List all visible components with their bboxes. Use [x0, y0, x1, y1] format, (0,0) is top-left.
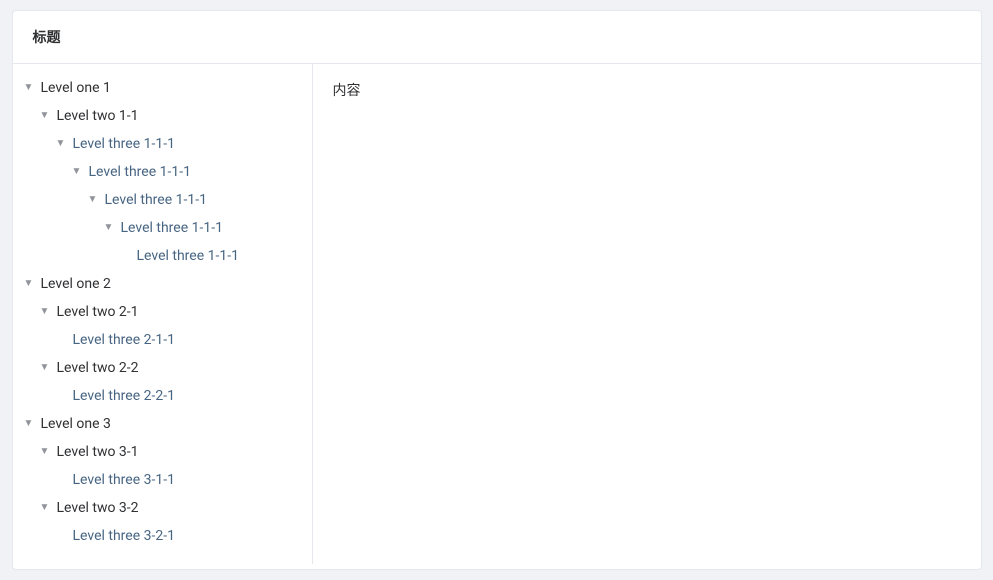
tree-children: ▼Level three 1-1-1▼Level three 1-1-1▼Lev… [13, 130, 312, 270]
tree-node: ▼Level one 2▼Level two 2-1Level three 2-… [13, 270, 312, 410]
tree-node: ▼Level one 1▼Level two 1-1▼Level three 1… [13, 74, 312, 270]
expand-arrow-icon[interactable]: ▼ [21, 416, 37, 432]
tree-node: ▼Level three 1-1-1▼Level three 1-1-1▼Lev… [13, 130, 312, 270]
arrow-placeholder [57, 472, 73, 488]
tree-node-content[interactable]: ▼Level three 1-1-1 [13, 186, 312, 214]
tree-node-content[interactable]: Level three 2-1-1 [13, 326, 312, 354]
tree-children: Level three 1-1-1 [13, 242, 312, 270]
tree-node: Level three 2-2-1 [13, 382, 312, 410]
tree-node-label: Level two 1-1 [57, 108, 139, 124]
tree-node-label: Level three 1-1-1 [73, 136, 175, 152]
tree-node-content[interactable]: Level three 2-2-1 [13, 382, 312, 410]
tree-node-label: Level one 1 [41, 80, 111, 96]
tree-node: ▼Level three 1-1-1▼Level three 1-1-1Leve… [13, 186, 312, 270]
expand-arrow-icon[interactable]: ▼ [69, 164, 85, 180]
expand-arrow-icon[interactable]: ▼ [37, 444, 53, 460]
card-header: 标题 [13, 11, 981, 64]
tree-node: Level three 3-1-1 [13, 466, 312, 494]
expand-arrow-icon[interactable]: ▼ [37, 108, 53, 124]
tree-node-content[interactable]: ▼Level three 1-1-1 [13, 214, 312, 242]
tree-node-content[interactable]: ▼Level two 2-1 [13, 298, 312, 326]
content-text: 内容 [333, 83, 361, 99]
tree-children: ▼Level two 2-1Level three 2-1-1▼Level tw… [13, 298, 312, 410]
tree-children: ▼Level three 1-1-1Level three 1-1-1 [13, 214, 312, 270]
tree-node-content[interactable]: ▼Level three 1-1-1 [13, 130, 312, 158]
tree-node-content[interactable]: ▼Level one 3 [13, 410, 312, 438]
tree-node-content[interactable]: Level three 3-1-1 [13, 466, 312, 494]
card-title: 标题 [33, 30, 61, 46]
tree-node: Level three 3-2-1 [13, 522, 312, 550]
tree-node-content[interactable]: ▼Level two 2-2 [13, 354, 312, 382]
tree-node: ▼Level three 1-1-1▼Level three 1-1-1▼Lev… [13, 158, 312, 270]
tree-node-label: Level one 2 [41, 276, 111, 292]
tree-node: ▼Level two 2-2 Level three 2-2-1 [13, 354, 312, 410]
tree-node: Level three 2-1-1 [13, 326, 312, 354]
tree-node-content[interactable]: Level three 1-1-1 [13, 242, 312, 270]
tree-children: ▼Level two 1-1▼Level three 1-1-1▼Level t… [13, 102, 312, 270]
tree-node-label: Level three 1-1-1 [121, 220, 223, 236]
tree-node-label: Level three 3-1-1 [73, 472, 175, 488]
tree-node-content[interactable]: Level three 3-2-1 [13, 522, 312, 550]
tree-node-content[interactable]: ▼Level two 1-1 [13, 102, 312, 130]
tree-node: Level three 1-1-1 [13, 242, 312, 270]
card-body: ▼Level one 1▼Level two 1-1▼Level three 1… [13, 64, 981, 564]
arrow-placeholder [121, 248, 137, 264]
expand-arrow-icon[interactable]: ▼ [21, 276, 37, 292]
tree-node-label: Level three 2-2-1 [73, 388, 175, 404]
tree-node-label: Level three 1-1-1 [105, 192, 207, 208]
arrow-placeholder [57, 388, 73, 404]
tree-node-label: Level three 3-2-1 [73, 528, 175, 544]
tree-children: Level three 3-2-1 [13, 522, 312, 550]
tree-node-content[interactable]: ▼Level one 2 [13, 270, 312, 298]
tree-node: ▼Level two 3-2 Level three 3-2-1 [13, 494, 312, 550]
tree-children: ▼Level three 1-1-1▼Level three 1-1-1Leve… [13, 186, 312, 270]
expand-arrow-icon[interactable]: ▼ [85, 192, 101, 208]
expand-arrow-icon[interactable]: ▼ [37, 360, 53, 376]
arrow-placeholder [57, 332, 73, 348]
tree-node-label: Level three 1-1-1 [137, 248, 239, 264]
tree-node: ▼Level three 1-1-1Level three 1-1-1 [13, 214, 312, 270]
arrow-placeholder [57, 528, 73, 544]
tree-children: Level three 2-2-1 [13, 382, 312, 410]
tree-node: ▼Level two 1-1▼Level three 1-1-1▼Level t… [13, 102, 312, 270]
tree-node: ▼Level two 3-1 Level three 3-1-1 [13, 438, 312, 494]
tree-children: ▼Level three 1-1-1▼Level three 1-1-1▼Lev… [13, 158, 312, 270]
tree-node-label: Level one 3 [41, 416, 111, 432]
tree-children: Level three 2-1-1 [13, 326, 312, 354]
tree-node-label: Level two 2-2 [57, 360, 139, 376]
tree-node: ▼Level two 2-1 Level three 2-1-1 [13, 298, 312, 354]
tree-node-label: Level two 3-1 [57, 444, 139, 460]
content-panel: 内容 [313, 64, 981, 564]
expand-arrow-icon[interactable]: ▼ [37, 304, 53, 320]
tree-node-label: Level three 1-1-1 [89, 164, 191, 180]
tree-node-content[interactable]: ▼Level two 3-1 [13, 438, 312, 466]
tree-node-label: Level three 2-1-1 [73, 332, 175, 348]
expand-arrow-icon[interactable]: ▼ [37, 500, 53, 516]
tree-node-content[interactable]: ▼Level one 1 [13, 74, 312, 102]
card: 标题 ▼Level one 1▼Level two 1-1▼Level thre… [12, 10, 982, 570]
tree-node-content[interactable]: ▼Level three 1-1-1 [13, 158, 312, 186]
tree-node-label: Level two 3-2 [57, 500, 139, 516]
tree-node-label: Level two 2-1 [57, 304, 139, 320]
tree-children: ▼Level two 3-1Level three 3-1-1▼Level tw… [13, 438, 312, 550]
tree-node-content[interactable]: ▼Level two 3-2 [13, 494, 312, 522]
tree-panel: ▼Level one 1▼Level two 1-1▼Level three 1… [13, 64, 313, 564]
expand-arrow-icon[interactable]: ▼ [21, 80, 37, 96]
tree-node: ▼Level one 3▼Level two 3-1Level three 3-… [13, 410, 312, 550]
expand-arrow-icon[interactable]: ▼ [101, 220, 117, 236]
tree-children: Level three 3-1-1 [13, 466, 312, 494]
expand-arrow-icon[interactable]: ▼ [53, 136, 69, 152]
